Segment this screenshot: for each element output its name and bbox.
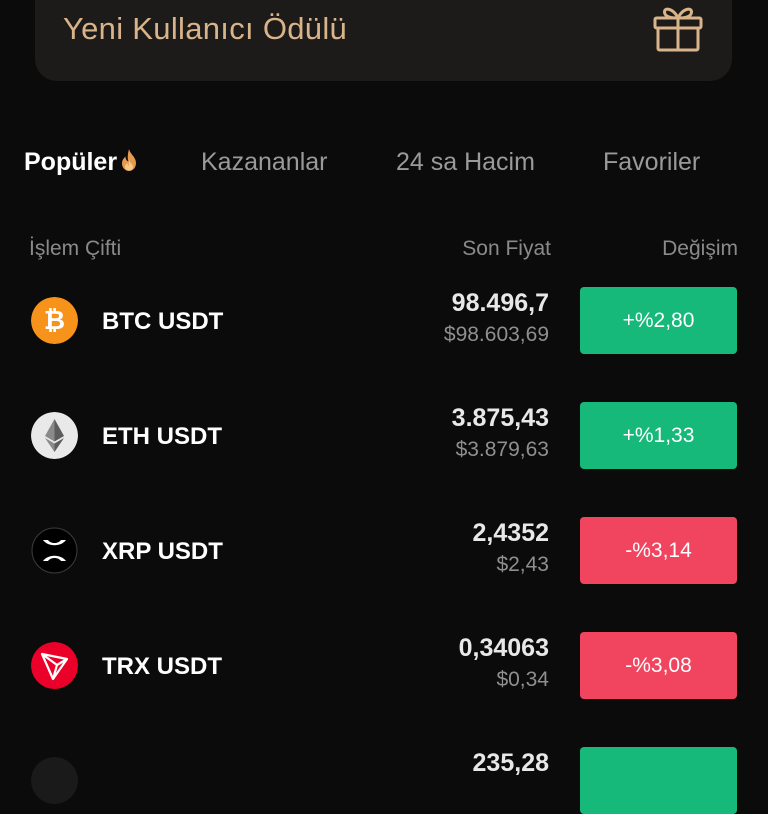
market-row-xrp[interactable]: XRP USDT 2,4352 $2,43 -%3,14 (0, 493, 768, 608)
tab-popular[interactable]: Popüler (24, 148, 139, 177)
change-badge[interactable]: +%1,33 (580, 402, 737, 469)
column-header-last-price[interactable]: Son Fiyat (462, 237, 551, 261)
tron-icon (31, 642, 78, 689)
column-header-pair[interactable]: İşlem Çifti (29, 237, 121, 261)
pair-label: BTC USDT (102, 308, 224, 335)
pair-label: TRX USDT (102, 653, 222, 680)
change-badge[interactable]: -%3,08 (580, 632, 737, 699)
fire-icon (122, 149, 137, 171)
reward-title: Yeni Kullanıcı Ödülü (63, 11, 348, 46)
market-row-eth[interactable]: ETH USDT 3.875,43 $3.879,63 +%1,33 (0, 378, 768, 493)
usd-price: $98.603,69 (443, 323, 549, 346)
change-badge[interactable] (580, 747, 737, 814)
gift-icon (653, 7, 703, 52)
coin-icon (31, 757, 78, 804)
last-price: 98.496,7 (451, 289, 549, 317)
pair-label: ETH USDT (102, 423, 222, 450)
ethereum-icon (31, 412, 78, 459)
market-row-btc[interactable]: ₿ BTC USDT 98.496,7 $98.603,69 +%2,80 (0, 263, 768, 378)
tab-gainers[interactable]: Kazananlar (201, 148, 327, 177)
change-badge[interactable]: +%2,80 (580, 287, 737, 354)
market-row-partial[interactable]: 235,28 (0, 723, 768, 814)
last-price: 3.875,43 (451, 404, 549, 432)
last-price: 235,28 (472, 749, 549, 777)
usd-price: $2,43 (496, 553, 549, 576)
bitcoin-icon: ₿ (31, 297, 78, 344)
market-row-trx[interactable]: TRX USDT 0,34063 $0,34 -%3,08 (0, 608, 768, 723)
last-price: 2,4352 (472, 519, 549, 547)
usd-price: $3.879,63 (455, 438, 549, 461)
market-tabs: Popüler Kazananlar 24 sa Hacim Favoriler (0, 148, 768, 184)
pair-label: XRP USDT (102, 538, 223, 565)
svg-text:₿: ₿ (44, 305, 65, 335)
new-user-reward-banner[interactable]: Yeni Kullanıcı Ödülü (35, 0, 732, 81)
column-header-change[interactable]: Değişim (662, 237, 738, 261)
last-price: 0,34063 (458, 634, 549, 662)
tab-popular-label: Popüler (24, 148, 118, 176)
xrp-icon (31, 527, 78, 574)
tab-favorites[interactable]: Favoriler (603, 148, 700, 177)
tab-24h-volume[interactable]: 24 sa Hacim (396, 148, 535, 177)
usd-price: $0,34 (496, 668, 549, 691)
change-badge[interactable]: -%3,14 (580, 517, 737, 584)
